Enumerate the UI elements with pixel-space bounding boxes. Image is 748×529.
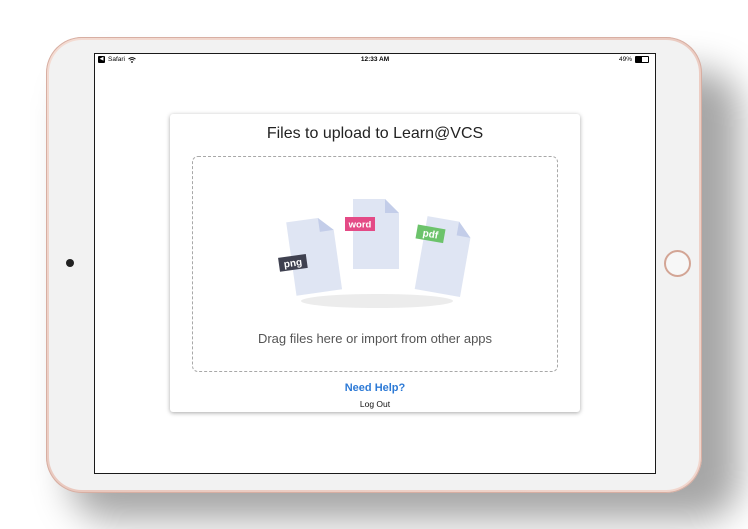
word-tag-label: word (348, 220, 372, 231)
card-title: Files to upload to Learn@VCS (266, 125, 484, 142)
front-camera (66, 259, 74, 267)
pdf-file-icon: pdf (414, 216, 471, 297)
status-bar: ◀ Safari 12:33 AM 49% (95, 54, 655, 66)
illustration-shadow (301, 294, 453, 308)
file-drop-zone[interactable]: png word pdf Drag files here or import f… (192, 156, 558, 372)
battery-status: 49% (619, 56, 649, 63)
battery-icon (635, 56, 649, 63)
ipad-screen: ◀ Safari 12:33 AM 49% Files to upload to… (94, 53, 656, 474)
upload-card: Files to upload to Learn@VCS png word pd… (170, 114, 580, 412)
status-time: 12:33 AM (360, 56, 390, 63)
word-file-icon: word (345, 199, 399, 269)
need-help-link[interactable]: Need Help? (170, 382, 580, 394)
png-file-icon: png (278, 217, 343, 296)
battery-percent: 49% (618, 56, 632, 63)
home-button[interactable] (664, 250, 691, 277)
logout-button[interactable]: Log Out (170, 399, 580, 409)
drop-instructions: Drag files here or import from other app… (257, 331, 493, 346)
files-illustration: png word pdf (278, 199, 471, 308)
battery-fill (636, 57, 642, 62)
